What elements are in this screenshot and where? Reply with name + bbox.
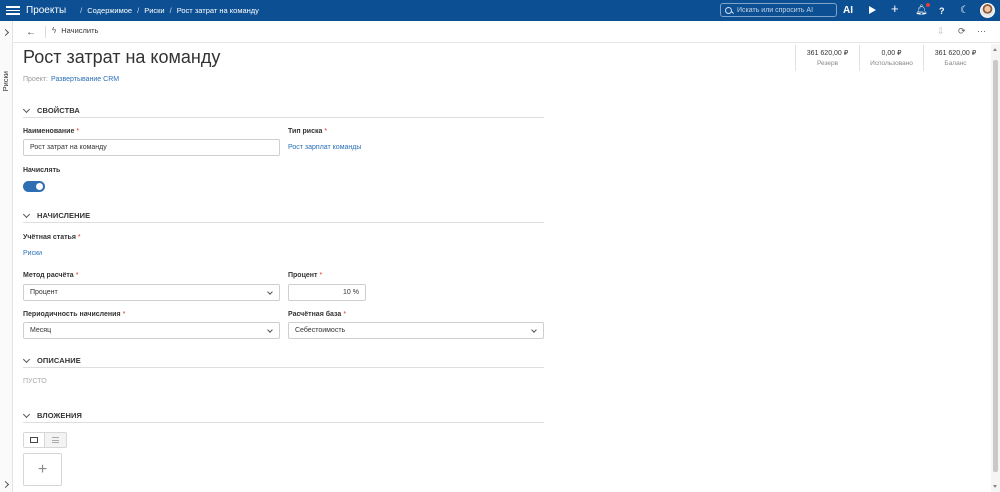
- description-empty[interactable]: ПУСТО: [23, 378, 47, 385]
- name-input[interactable]: Рост затрат на команду: [23, 139, 280, 156]
- menu-icon[interactable]: [6, 6, 20, 15]
- search-icon: [725, 6, 732, 14]
- add-attachment-button[interactable]: +: [23, 453, 62, 486]
- list-icon: [52, 437, 59, 443]
- breadcrumb-current: Рост затрат на команду: [176, 6, 259, 15]
- calc-method-label: Метод расчёта *: [23, 272, 79, 279]
- chevron-down-icon: [22, 210, 31, 219]
- project-link[interactable]: Развертывание CRM: [51, 76, 119, 83]
- gallery-view-button[interactable]: [24, 433, 46, 447]
- notification-dot: [925, 3, 930, 7]
- scroll-up-icon[interactable]: [993, 48, 997, 51]
- section-accrual[interactable]: НАЧИСЛЕНИЕ: [22, 210, 544, 223]
- play-icon[interactable]: [869, 6, 876, 14]
- stat-used: 0,00 ₽ Использовано: [859, 45, 923, 71]
- chevron-down-icon: [531, 327, 537, 333]
- scroll-thumb[interactable]: [993, 60, 998, 472]
- scrollbar[interactable]: [991, 44, 1000, 492]
- calc-base-select[interactable]: Себестоимость: [288, 322, 544, 339]
- bell-icon[interactable]: 🔔︎: [915, 3, 930, 17]
- accrue-label: Начислять: [23, 167, 61, 174]
- export-icon[interactable]: ⇩: [937, 26, 945, 37]
- toolbar: ← ϟ Начислить ⇩ ⟳ ···: [13, 21, 1000, 43]
- accrue-button[interactable]: ϟ Начислить: [52, 26, 98, 35]
- list-view-button[interactable]: [45, 433, 66, 447]
- search-box[interactable]: [720, 3, 837, 17]
- breadcrumb-item[interactable]: Содержимое: [87, 6, 132, 15]
- stat-balance: 361 620,00 ₽ Баланс: [923, 45, 987, 71]
- risk-type-link[interactable]: Рост зарплат команды: [288, 144, 361, 151]
- section-description[interactable]: ОПИСАНИЕ: [22, 355, 544, 368]
- accrue-button-label: Начислить: [61, 26, 99, 35]
- accrue-toggle[interactable]: [23, 181, 45, 192]
- help-icon[interactable]: ?: [939, 4, 945, 17]
- left-rail: Риски: [0, 21, 13, 492]
- toolbar-divider: [45, 26, 46, 38]
- risk-type-label: Тип риска *: [288, 128, 328, 135]
- stats-panel: 361 620,00 ₽ Резерв 0,00 ₽ Использовано …: [795, 45, 987, 71]
- refresh-icon[interactable]: ⟳: [958, 26, 966, 37]
- chevron-down-icon: [22, 355, 31, 364]
- breadcrumb: / Содержимое / Риски / Рост затрат на ко…: [80, 6, 259, 15]
- search-input[interactable]: [737, 6, 832, 14]
- rail-label[interactable]: Риски: [1, 71, 10, 91]
- section-properties[interactable]: СВОЙСТВА: [22, 105, 544, 118]
- calc-method-select[interactable]: Процент: [23, 284, 280, 301]
- account-label: Учётная статья *: [23, 234, 81, 241]
- percent-input[interactable]: 10 %: [288, 284, 366, 301]
- image-icon: [30, 437, 38, 443]
- bolt-icon: ϟ: [52, 26, 57, 35]
- scroll-down-icon[interactable]: [993, 485, 997, 488]
- chevron-right-icon[interactable]: [1, 480, 10, 489]
- ai-assistant-icon[interactable]: AI: [843, 4, 853, 17]
- avatar[interactable]: [980, 3, 995, 18]
- project-label: Проект:: [23, 76, 49, 83]
- percent-label: Процент *: [288, 272, 323, 279]
- chevron-down-icon: [267, 289, 273, 295]
- plus-icon[interactable]: +: [891, 1, 899, 16]
- moon-icon[interactable]: ☾: [960, 4, 969, 17]
- chevron-down-icon: [267, 327, 273, 333]
- page-title: Рост затрат на команду: [23, 47, 221, 67]
- top-bar: Проекты / Содержимое / Риски / Рост затр…: [0, 0, 1000, 21]
- project-line: Проект: Развертывание CRM: [23, 76, 119, 83]
- attachments-view-switch: [23, 432, 67, 448]
- chevron-down-icon: [22, 410, 31, 419]
- periodicity-label: Периодичность начисления *: [23, 311, 126, 318]
- app-title[interactable]: Проекты: [26, 5, 66, 16]
- calc-base-label: Расчётная база *: [288, 311, 347, 318]
- back-arrow-icon[interactable]: ←: [26, 27, 36, 38]
- periodicity-select[interactable]: Месяц: [23, 322, 280, 339]
- account-link[interactable]: Риски: [23, 250, 42, 257]
- breadcrumb-item[interactable]: Риски: [144, 6, 164, 15]
- more-icon[interactable]: ···: [977, 26, 986, 36]
- name-label: Наименование *: [23, 128, 80, 135]
- stat-reserve: 361 620,00 ₽ Резерв: [795, 45, 859, 71]
- chevron-down-icon: [22, 105, 31, 114]
- chevron-right-icon[interactable]: [1, 28, 10, 37]
- section-attachments[interactable]: ВЛОЖЕНИЯ: [22, 410, 544, 423]
